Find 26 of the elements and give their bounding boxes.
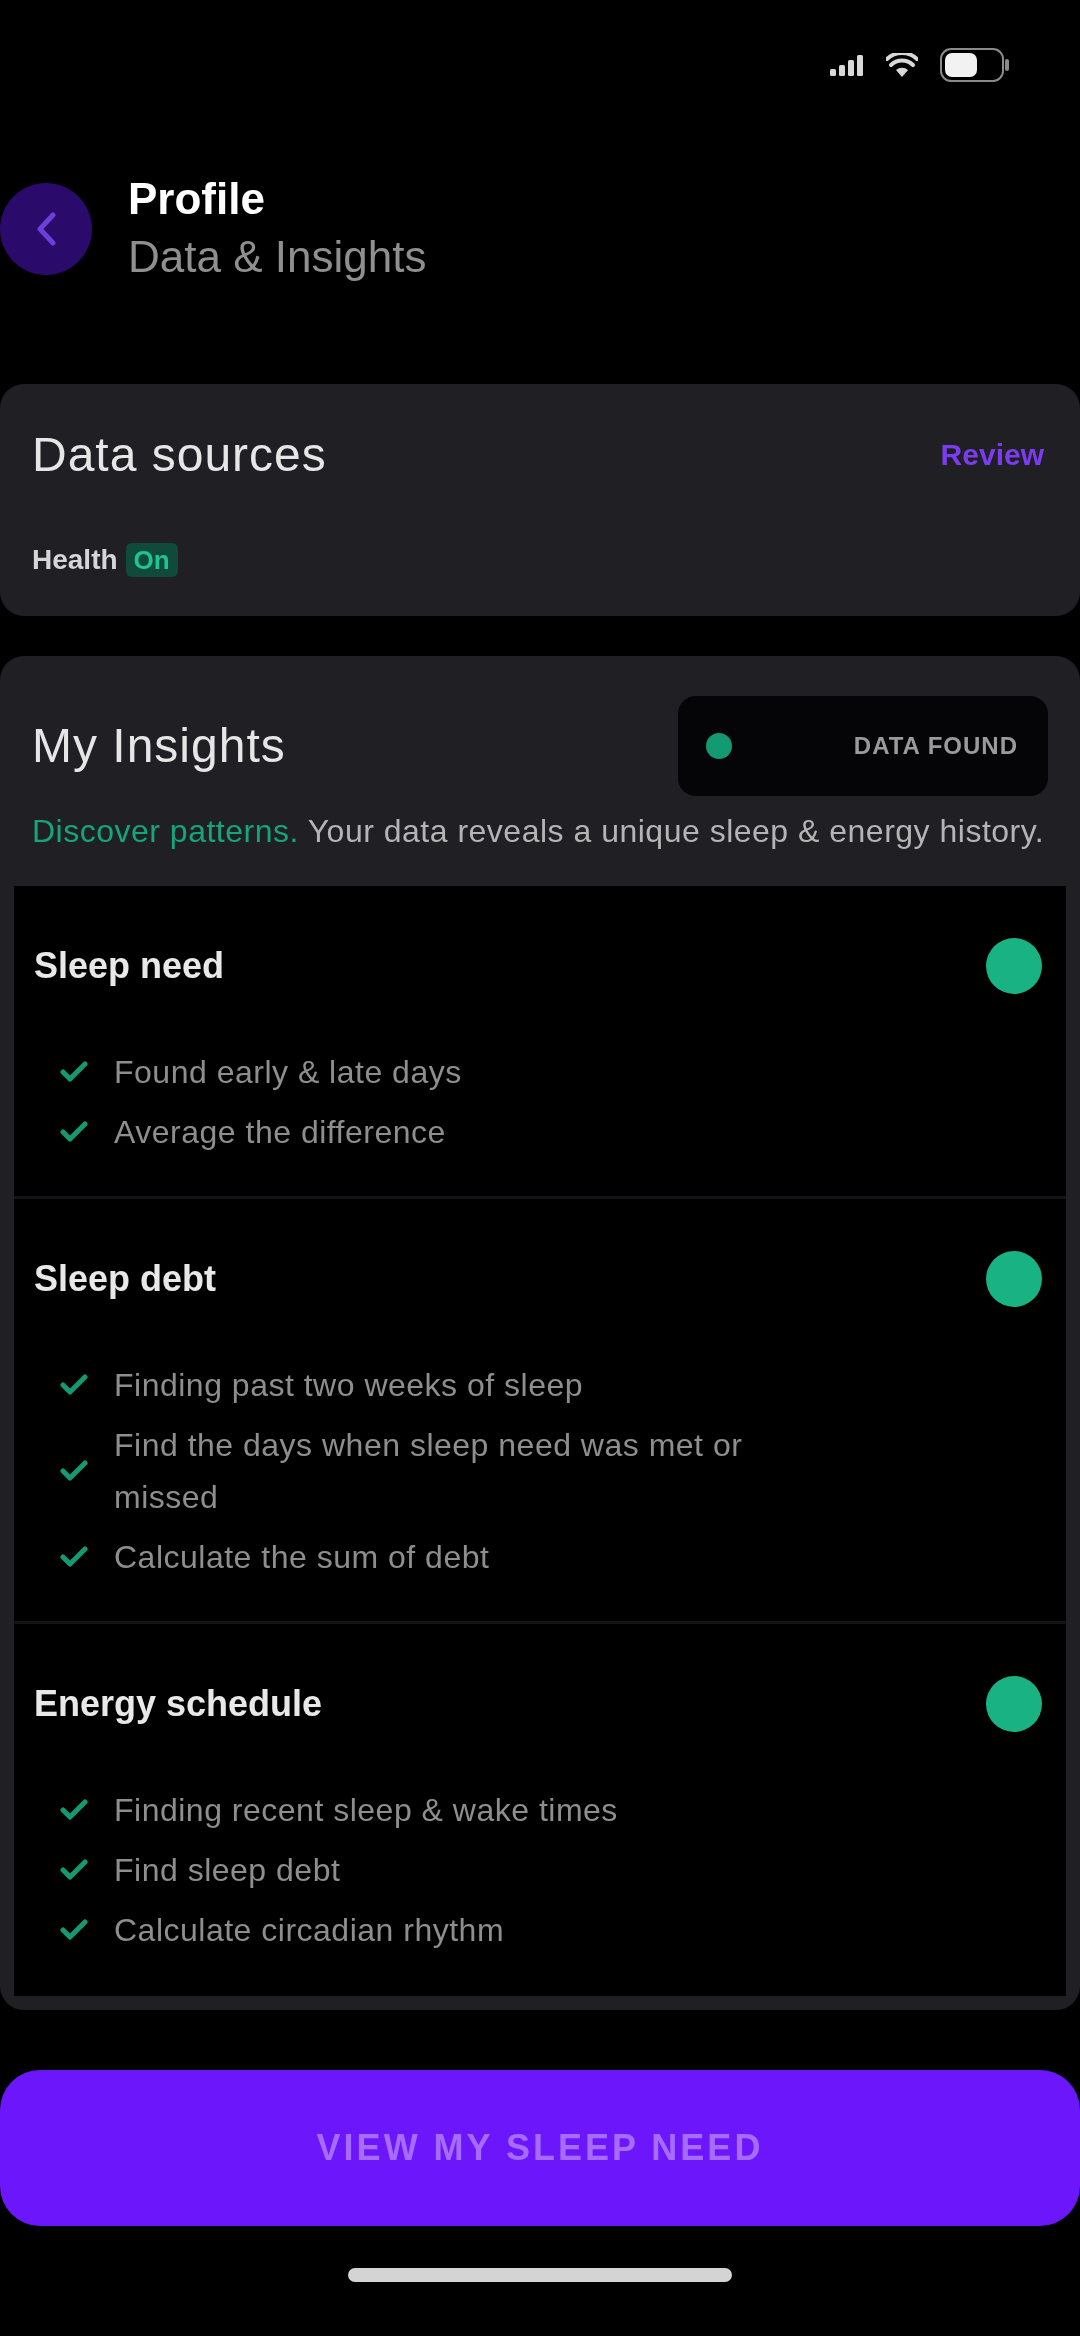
- step-label: Finding past two weeks of sleep: [114, 1366, 584, 1405]
- step-label: Find the days when sleep need was met or missed: [114, 1426, 744, 1517]
- review-link[interactable]: Review: [940, 435, 1048, 475]
- step-label: Calculate the sum of debt: [114, 1538, 490, 1577]
- status-dot-icon: [706, 733, 732, 759]
- step-label: Found early & late days: [114, 1053, 462, 1092]
- card-title: Data sources: [32, 427, 327, 483]
- step-label: Finding recent sleep & wake times: [114, 1791, 618, 1830]
- source-status: On: [125, 543, 178, 577]
- page-subtitle: Data & Insights: [128, 231, 427, 283]
- wifi-icon: [886, 53, 918, 77]
- source-name: Health: [32, 543, 118, 577]
- insights-description: Discover patterns. Your data reveals a unique sleep & energy history.: [32, 812, 1046, 851]
- step-label: Calculate circadian rhythm: [114, 1911, 505, 1950]
- page-title: Profile: [128, 173, 266, 225]
- step-label: Average the difference: [114, 1113, 446, 1152]
- section-title: Energy schedule: [34, 1682, 323, 1726]
- step-label: Find sleep debt: [114, 1851, 341, 1890]
- card-title: My Insights: [32, 718, 286, 774]
- chevron-left-icon: [35, 212, 57, 246]
- view-sleep-need-button[interactable]: VIEW MY SLEEP NEED: [0, 2070, 1080, 2226]
- section-title: Sleep need: [34, 944, 225, 988]
- section-title: Sleep debt: [34, 1257, 217, 1301]
- badge-label: DATA FOUND: [853, 731, 1018, 761]
- signal-icon: [830, 54, 864, 76]
- battery-icon: [940, 48, 1010, 82]
